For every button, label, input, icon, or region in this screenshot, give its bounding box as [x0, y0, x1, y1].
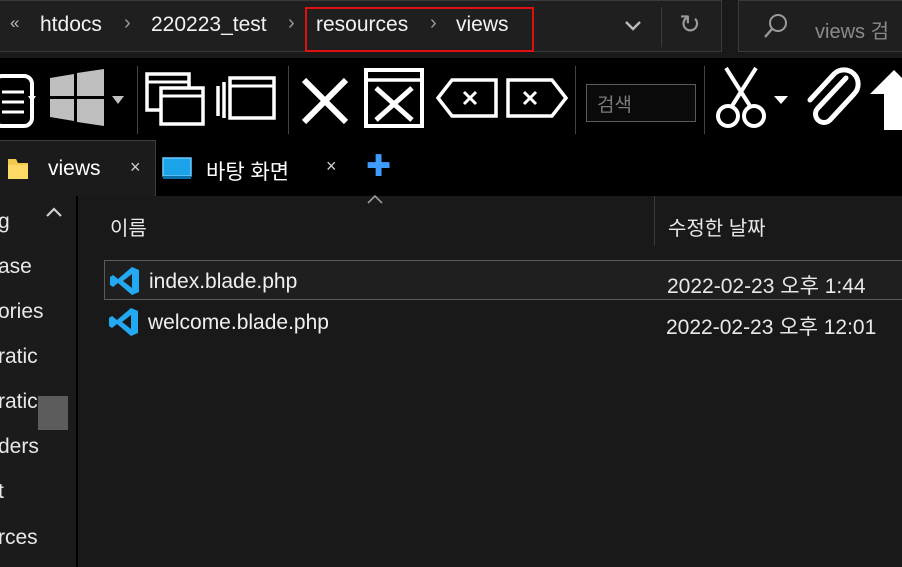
up-arrow-icon[interactable]	[866, 64, 902, 134]
nav-item[interactable]: ders	[0, 435, 39, 459]
annotation-highlight-box	[305, 7, 534, 52]
vscode-icon	[109, 308, 138, 336]
search-box[interactable]: views 검	[738, 0, 902, 52]
column-header-name[interactable]: 이름	[110, 212, 147, 241]
address-bar[interactable]: « htdocs › 220223_test › resources › vie…	[0, 0, 722, 52]
search-icon	[764, 14, 787, 38]
tab-label: views	[48, 157, 101, 180]
new-window-icon[interactable]	[143, 64, 209, 134]
desktop-icon	[162, 157, 192, 179]
breadcrumb-htdocs[interactable]: htdocs	[40, 13, 102, 37]
search-input[interactable]: views 검	[815, 15, 889, 44]
file-name: index.blade.php	[149, 270, 298, 293]
nav-item[interactable]: ratic	[0, 345, 38, 369]
vscode-icon	[110, 267, 139, 295]
tab-desktop[interactable]: 바탕 화면 ×	[158, 140, 350, 196]
toolbar: 검색	[0, 58, 902, 140]
folder-icon	[8, 159, 28, 179]
tab-bar: views × 바탕 화면 × ✚	[0, 140, 902, 196]
breadcrumb-overflow-icon[interactable]: «	[10, 13, 19, 33]
toolbar-search-input[interactable]: 검색	[586, 84, 696, 122]
refresh-icon[interactable]: ↻	[679, 9, 701, 40]
windows-icon[interactable]	[48, 64, 128, 134]
column-header-modified[interactable]: 수정한 날짜	[668, 212, 766, 241]
nav-item[interactable]: g	[0, 210, 10, 234]
close-icon[interactable]: ×	[130, 157, 141, 178]
address-bar-region: « htdocs › 220223_test › resources › vie…	[0, 0, 902, 58]
nav-item[interactable]: ase	[0, 255, 32, 279]
window-list-icon[interactable]	[214, 64, 280, 134]
breadcrumb-220223-test[interactable]: 220223_test	[151, 13, 267, 37]
tab-label: 바탕 화면	[206, 161, 290, 184]
close-icon[interactable]: ×	[326, 156, 337, 177]
scissors-icon[interactable]	[712, 64, 792, 134]
table-row[interactable]: welcome.blade.php 2022-02-23 오후 12:01	[104, 302, 902, 342]
scrollbar-thumb[interactable]	[38, 396, 68, 430]
sort-caret-icon	[367, 194, 383, 204]
scroll-up-icon[interactable]	[44, 204, 64, 220]
toolbar-separator	[137, 66, 138, 134]
paperclip-icon[interactable]	[800, 64, 862, 134]
nav-item[interactable]: ratic	[0, 390, 38, 414]
divider	[661, 7, 662, 47]
file-name: welcome.blade.php	[148, 311, 329, 334]
nav-item[interactable]: t	[0, 480, 4, 504]
close-window-icon[interactable]	[362, 64, 428, 134]
new-tab-icon[interactable]: ✚	[366, 149, 391, 184]
nav-item[interactable]: ories	[0, 300, 44, 324]
chevron-down-icon[interactable]	[622, 14, 644, 36]
tab-views[interactable]: views ×	[0, 140, 156, 196]
chevron-right-icon[interactable]: ›	[124, 12, 131, 35]
table-row[interactable]: index.blade.php 2022-02-23 오후 1:44	[104, 260, 902, 300]
toolbar-separator	[288, 66, 289, 134]
clear-right-icon[interactable]	[504, 64, 570, 134]
file-modified-date: 2022-02-23 오후 1:44	[667, 275, 866, 298]
chevron-right-icon[interactable]: ›	[288, 12, 295, 35]
column-separator[interactable]	[654, 196, 655, 246]
nav-item[interactable]: rces	[0, 526, 38, 550]
navigation-pane[interactable]: g ase ories ratic ratic ders t rces	[0, 196, 76, 567]
toolbar-separator	[575, 66, 576, 134]
file-list[interactable]: 이름 수정한 날짜 index.blade.php 2022-02-23 오후 …	[78, 194, 902, 567]
file-modified-date: 2022-02-23 오후 12:01	[666, 316, 877, 339]
delete-icon[interactable]	[296, 64, 354, 134]
toolbar-separator	[704, 66, 705, 134]
properties-icon[interactable]	[0, 64, 40, 134]
clear-left-icon[interactable]	[434, 64, 500, 134]
